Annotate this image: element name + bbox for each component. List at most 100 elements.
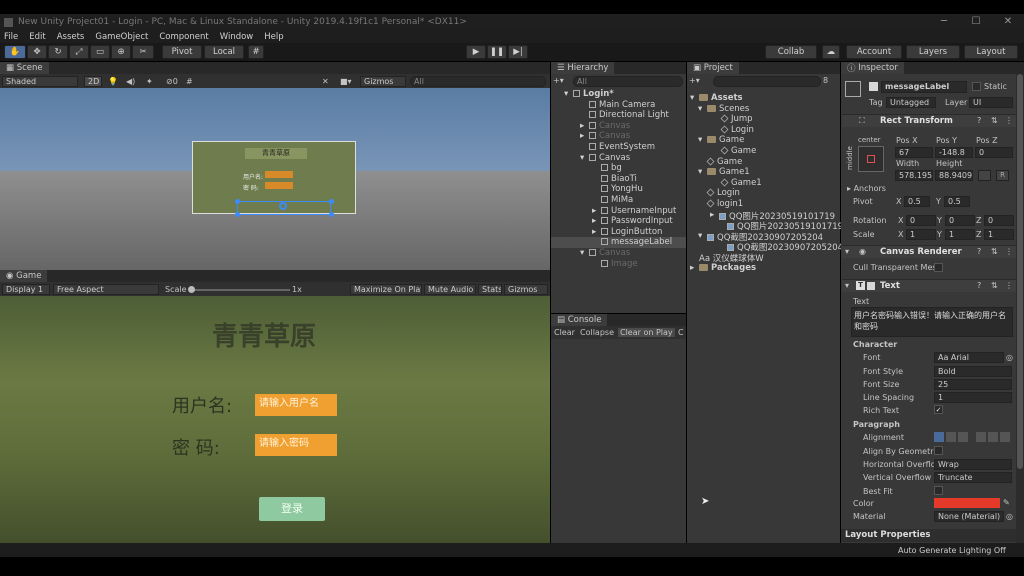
- maximize-button[interactable]: ☐: [962, 14, 990, 30]
- tab-hierarchy[interactable]: ☰ Hierarchy: [551, 62, 615, 74]
- rot-y-field[interactable]: 0: [945, 215, 975, 226]
- display-dropdown[interactable]: Display 1: [2, 284, 50, 295]
- play-button[interactable]: ▶: [466, 45, 486, 59]
- layers-dropdown[interactable]: Layers: [906, 45, 960, 59]
- hierarchy-item[interactable]: ▸ UsernameInput: [551, 206, 686, 217]
- project-item[interactable]: Game: [687, 146, 840, 157]
- project-item[interactable]: QQ截图20230907205204: [687, 241, 843, 253]
- more-icon[interactable]: ⋮: [1005, 116, 1013, 125]
- foldout-arrow-icon[interactable]: ▸: [580, 121, 584, 131]
- text-enabled-checkbox[interactable]: [867, 282, 875, 290]
- anchor-presets-button[interactable]: [858, 146, 884, 172]
- scene-canvas-preview[interactable]: 青青草原 用户名: 密 码:: [192, 141, 356, 217]
- tools-icon[interactable]: ✕: [322, 77, 329, 86]
- menu-gameobject[interactable]: GameObject: [95, 32, 148, 42]
- object-picker-icon[interactable]: ◎: [1006, 353, 1013, 362]
- foldout-arrow-icon[interactable]: ▾: [845, 247, 849, 256]
- project-item[interactable]: ▾ Assets: [687, 93, 840, 104]
- console-clear-on-play-button[interactable]: Clear on Play: [618, 328, 675, 337]
- rot-x-field[interactable]: 0: [906, 215, 936, 226]
- project-item[interactable]: ▾ Game1: [687, 167, 840, 178]
- active-checkbox[interactable]: [869, 82, 878, 91]
- hierarchy-item[interactable]: EventSystem: [551, 142, 686, 153]
- width-field[interactable]: 578.1957: [895, 170, 933, 181]
- hierarchy-item[interactable]: YongHu: [551, 184, 686, 195]
- hierarchy-item[interactable]: Main Camera: [551, 100, 686, 111]
- eyedropper-icon[interactable]: ✎: [1003, 498, 1010, 507]
- mute-audio-toggle[interactable]: Mute Audio: [424, 284, 476, 295]
- scale-slider[interactable]: [190, 289, 290, 291]
- font-size-field[interactable]: 25: [934, 379, 1012, 390]
- tab-inspector[interactable]: ⓘ Inspector: [841, 62, 904, 74]
- object-picker-icon[interactable]: ◎: [1006, 512, 1013, 521]
- rich-text-checkbox[interactable]: ✓: [934, 405, 943, 414]
- game-username-input[interactable]: 请输入用户名: [255, 394, 337, 416]
- project-item[interactable]: ▸ Packages: [687, 263, 840, 274]
- preset-icon[interactable]: ⇅: [991, 281, 998, 290]
- project-item[interactable]: Game: [687, 157, 840, 168]
- inspector-scrollbar[interactable]: [1016, 74, 1024, 544]
- game-password-input[interactable]: 请输入密码: [255, 434, 337, 456]
- transform-tool-icon[interactable]: ⊕: [111, 45, 131, 59]
- foldout-arrow-icon[interactable]: ▸: [710, 210, 714, 220]
- hierarchy-item[interactable]: ▸ LoginButton: [551, 227, 686, 238]
- menu-edit[interactable]: Edit: [29, 32, 45, 42]
- scale-z-field[interactable]: 1: [984, 229, 1014, 240]
- hierarchy-item[interactable]: ▾ Login*: [551, 89, 686, 100]
- inspector-scrollbar-thumb[interactable]: [1017, 74, 1023, 469]
- hierarchy-add-icon[interactable]: +▾: [553, 76, 564, 85]
- hierarchy-item[interactable]: BiaoTi: [551, 174, 686, 185]
- layout-dropdown[interactable]: Layout: [964, 45, 1018, 59]
- scale-y-field[interactable]: 1: [945, 229, 975, 240]
- static-checkbox[interactable]: [972, 82, 981, 91]
- raw-edit-button[interactable]: R: [996, 170, 1009, 181]
- project-search-input[interactable]: [713, 76, 821, 87]
- anchors-foldout[interactable]: ▸ Anchors: [847, 184, 886, 193]
- v-overflow-dropdown[interactable]: Truncate: [934, 472, 1012, 483]
- align-center-icon[interactable]: [946, 432, 956, 442]
- rect-tool-icon[interactable]: ▭: [90, 45, 110, 59]
- align-middle-icon[interactable]: [988, 432, 998, 442]
- selection-handle-icon[interactable]: [329, 199, 334, 204]
- step-button[interactable]: ▶|: [508, 45, 528, 59]
- h-overflow-dropdown[interactable]: Wrap: [934, 459, 1012, 470]
- menu-assets[interactable]: Assets: [57, 32, 85, 42]
- minimize-button[interactable]: ─: [930, 14, 958, 30]
- menu-file[interactable]: File: [4, 32, 18, 42]
- lighting-toggle-icon[interactable]: 💡: [108, 77, 118, 86]
- foldout-arrow-icon[interactable]: ▾: [564, 89, 568, 99]
- align-left-icon[interactable]: [934, 432, 944, 442]
- blueprint-mode-button[interactable]: [978, 170, 991, 181]
- grid-snap-icon[interactable]: #: [248, 45, 264, 59]
- pos-y-field[interactable]: -148.8: [935, 147, 973, 158]
- help-icon[interactable]: ?: [977, 116, 981, 125]
- pos-z-field[interactable]: 0: [975, 147, 1013, 158]
- canvas-renderer-header[interactable]: Canvas Renderer: [842, 245, 1016, 258]
- cloud-icon[interactable]: ☁: [822, 45, 840, 59]
- stats-toggle[interactable]: Stats: [478, 284, 502, 295]
- object-name-field[interactable]: messageLabel: [881, 81, 967, 93]
- hierarchy-item[interactable]: Directional Light: [551, 110, 686, 121]
- preset-icon[interactable]: ⇅: [991, 116, 998, 125]
- project-item[interactable]: login1: [687, 199, 840, 210]
- rot-z-field[interactable]: 0: [984, 215, 1014, 226]
- pivot-y-field[interactable]: 0.5: [944, 196, 970, 207]
- hidden-objects-icon[interactable]: ⊘0: [166, 77, 178, 86]
- help-icon[interactable]: ?: [977, 247, 981, 256]
- selection-handle-icon[interactable]: [329, 212, 334, 217]
- layer-dropdown[interactable]: UI: [969, 97, 1013, 108]
- shading-dropdown[interactable]: Shaded: [2, 76, 78, 87]
- project-add-icon[interactable]: +▾: [689, 76, 700, 85]
- game-gizmos-dropdown[interactable]: Gizmos: [504, 284, 548, 295]
- foldout-arrow-icon[interactable]: ▸: [580, 131, 584, 141]
- project-item[interactable]: ▾ Game: [687, 135, 840, 146]
- foldout-arrow-icon[interactable]: ▾: [845, 281, 849, 290]
- console-collapse-button[interactable]: Collapse: [580, 328, 614, 337]
- layout-properties-header[interactable]: Layout Properties: [841, 529, 1016, 542]
- game-viewport[interactable]: 青青草原 用户名: 请输入用户名 密 码: 请输入密码 登录: [0, 296, 550, 543]
- rotate-tool-icon[interactable]: ↻: [48, 45, 68, 59]
- line-spacing-field[interactable]: 1: [934, 392, 1012, 403]
- foldout-arrow-icon[interactable]: ▾: [580, 153, 584, 163]
- cull-transparent-checkbox[interactable]: [934, 263, 943, 272]
- close-button[interactable]: ✕: [994, 14, 1022, 30]
